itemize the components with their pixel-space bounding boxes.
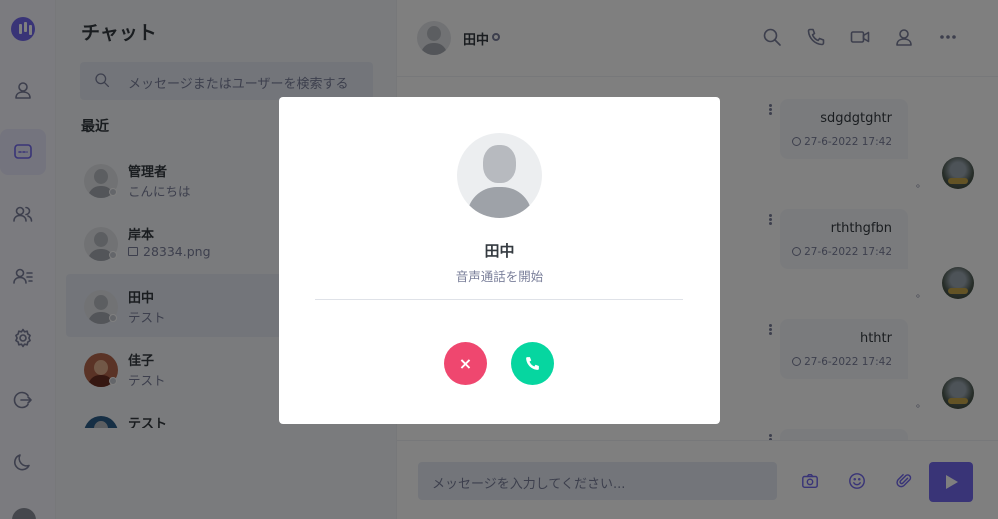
- voice-call-modal: 田中 音声通話を開始 ×: [279, 97, 720, 424]
- divider: [315, 299, 683, 300]
- caller-name: 田中: [484, 242, 515, 260]
- phone-icon: [524, 355, 541, 372]
- accept-call-button[interactable]: [511, 342, 554, 385]
- reject-call-button[interactable]: ×: [444, 342, 487, 385]
- caller-avatar: [457, 133, 542, 218]
- call-status-text: 音声通話を開始: [455, 269, 544, 284]
